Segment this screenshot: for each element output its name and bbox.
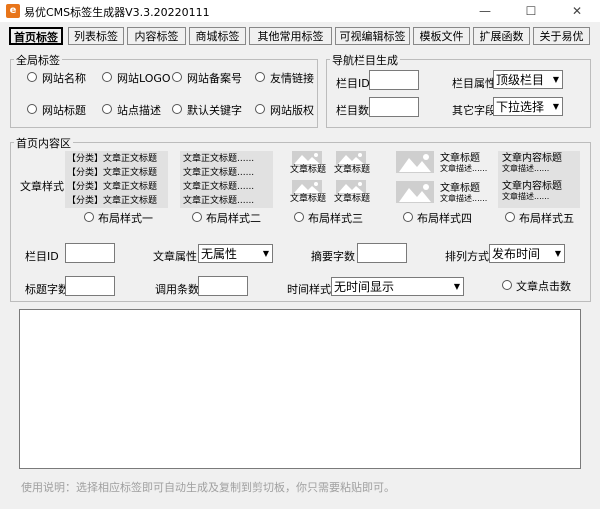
tab-visual-edit-tags[interactable]: 可视编辑标签 <box>335 27 410 45</box>
layout3-caption: 文章标题 <box>334 194 371 204</box>
layout1-line: 【分类】文章正文标题 <box>67 168 158 178</box>
chevron-down-icon: ▼ <box>453 282 460 291</box>
radio-site-title-label: 网站标题 <box>42 104 86 117</box>
layout4-desc: 文章描述...... <box>440 164 488 173</box>
layout5-desc: 文章描述...... <box>502 192 550 201</box>
layout3-caption: 文章标题 <box>290 165 327 175</box>
tab-shop-tags[interactable]: 商城标签 <box>189 27 246 45</box>
nav-column-id-label: 栏目ID <box>336 77 370 90</box>
chevron-down-icon: ▼ <box>552 102 559 111</box>
radio-friend-links[interactable] <box>255 72 265 82</box>
title-chars-label: 标题字数 <box>25 283 69 296</box>
content-column-id-input[interactable] <box>65 243 115 263</box>
summary-chars-input[interactable] <box>357 243 407 263</box>
global-tags-legend: 全局标签 <box>14 52 62 68</box>
maximize-button[interactable]: ☐ <box>508 0 554 22</box>
call-count-input[interactable] <box>198 276 248 296</box>
radio-default-keywords[interactable] <box>172 104 182 114</box>
nav-column-attr-select[interactable]: 顶级栏目 ▼ <box>493 70 563 89</box>
tab-home-tags[interactable]: 首页标签 <box>9 27 63 45</box>
sort-select[interactable]: 发布时间 ▼ <box>489 244 565 263</box>
radio-site-title[interactable] <box>27 104 37 114</box>
radio-layout-1-label: 布局样式一 <box>98 212 153 225</box>
nav-column-count-input[interactable] <box>369 97 419 117</box>
chevron-down-icon: ▼ <box>262 249 269 258</box>
close-button[interactable]: ✕ <box>554 0 600 22</box>
home-content-legend: 首页内容区 <box>14 135 73 151</box>
nav-other-field-label: 其它字段 <box>452 104 496 117</box>
radio-article-clicks[interactable] <box>502 280 512 290</box>
layout1-line: 【分类】文章正文标题 <box>67 154 158 164</box>
radio-site-icp[interactable] <box>172 72 182 82</box>
radio-site-logo[interactable] <box>102 72 112 82</box>
radio-layout-3[interactable] <box>294 212 304 222</box>
time-style-label: 时间样式 <box>287 283 331 296</box>
radio-layout-2[interactable] <box>192 212 202 222</box>
layout3-caption: 文章标题 <box>290 194 327 204</box>
radio-layout-2-label: 布局样式二 <box>206 212 261 225</box>
title-chars-input[interactable] <box>65 276 115 296</box>
radio-default-keywords-label: 默认关键字 <box>187 104 242 117</box>
layout2-line: 文章正文标题...... <box>183 154 255 164</box>
nav-gen-legend: 导航栏目生成 <box>330 52 400 68</box>
call-count-label: 调用条数 <box>155 283 199 296</box>
tab-content-tags[interactable]: 内容标签 <box>127 27 186 45</box>
layout2-line: 文章正文标题...... <box>183 168 255 178</box>
radio-site-logo-label: 网站LOGO <box>117 72 171 85</box>
radio-friend-links-label: 友情链接 <box>270 72 314 85</box>
time-style-value: 无时间显示 <box>334 280 395 294</box>
image-placeholder-icon <box>396 151 434 173</box>
tab-extension-functions[interactable]: 扩展函数 <box>473 27 530 45</box>
article-attr-select[interactable]: 无属性 ▼ <box>198 244 273 263</box>
chevron-down-icon: ▼ <box>554 249 561 258</box>
nav-other-field-value: 下拉选择 <box>496 100 545 114</box>
sort-value: 发布时间 <box>492 247 541 261</box>
radio-layout-4-label: 布局样式四 <box>417 212 472 225</box>
chevron-down-icon: ▼ <box>552 75 559 84</box>
sort-label: 排列方式 <box>445 250 489 263</box>
minimize-button[interactable]: — <box>462 0 508 22</box>
nav-column-attr-label: 栏目属性 <box>452 77 496 90</box>
radio-layout-5[interactable] <box>505 212 515 222</box>
radio-article-clicks-label: 文章点击数 <box>516 280 571 293</box>
tab-template-files[interactable]: 模板文件 <box>413 27 470 45</box>
layout2-line: 文章正文标题...... <box>183 182 255 192</box>
nav-other-field-select[interactable]: 下拉选择 ▼ <box>493 97 563 116</box>
article-attr-value: 无属性 <box>201 247 238 261</box>
nav-column-attr-value: 顶级栏目 <box>496 73 545 87</box>
layout1-line: 【分类】文章正文标题 <box>67 182 158 192</box>
time-style-select[interactable]: 无时间显示 ▼ <box>331 277 464 296</box>
layout3-caption: 文章标题 <box>334 165 371 175</box>
article-style-label: 文章样式 <box>20 180 64 193</box>
radio-layout-1[interactable] <box>84 212 94 222</box>
image-placeholder-icon <box>396 181 434 203</box>
app-logo-icon: e <box>6 4 20 18</box>
radio-site-copyright-label: 网站版权 <box>270 104 314 117</box>
layout5-desc: 文章描述...... <box>502 164 550 173</box>
article-attr-label: 文章属性 <box>153 250 197 263</box>
window-title: 易优CMS标签生成器V3.3.20220111 <box>24 6 210 19</box>
radio-site-name-label: 网站名称 <box>42 72 86 85</box>
radio-site-desc[interactable] <box>102 104 112 114</box>
radio-site-copyright[interactable] <box>255 104 265 114</box>
tab-about[interactable]: 关于易优 <box>533 27 590 45</box>
radio-layout-3-label: 布局样式三 <box>308 212 363 225</box>
layout4-desc: 文章描述...... <box>440 194 488 203</box>
radio-site-desc-label: 站点描述 <box>117 104 161 117</box>
tab-other-tags[interactable]: 其他常用标签 <box>249 27 332 45</box>
layout2-line: 文章正文标题...... <box>183 196 255 206</box>
content-column-id-label: 栏目ID <box>25 250 59 263</box>
summary-chars-label: 摘要字数 <box>311 250 355 263</box>
usage-instructions: 使用说明：选择相应标签即可自动生成及复制到剪切板，你只需要粘贴即可。 <box>21 481 395 494</box>
nav-column-count-label: 栏目数 <box>336 104 369 117</box>
radio-site-name[interactable] <box>27 72 37 82</box>
layout1-line: 【分类】文章正文标题 <box>67 196 158 206</box>
nav-column-id-input[interactable] <box>369 70 419 90</box>
radio-layout-4[interactable] <box>403 212 413 222</box>
tab-list-tags[interactable]: 列表标签 <box>68 27 124 45</box>
radio-site-icp-label: 网站备案号 <box>187 72 242 85</box>
output-textarea[interactable] <box>19 309 581 469</box>
radio-layout-5-label: 布局样式五 <box>519 212 574 225</box>
